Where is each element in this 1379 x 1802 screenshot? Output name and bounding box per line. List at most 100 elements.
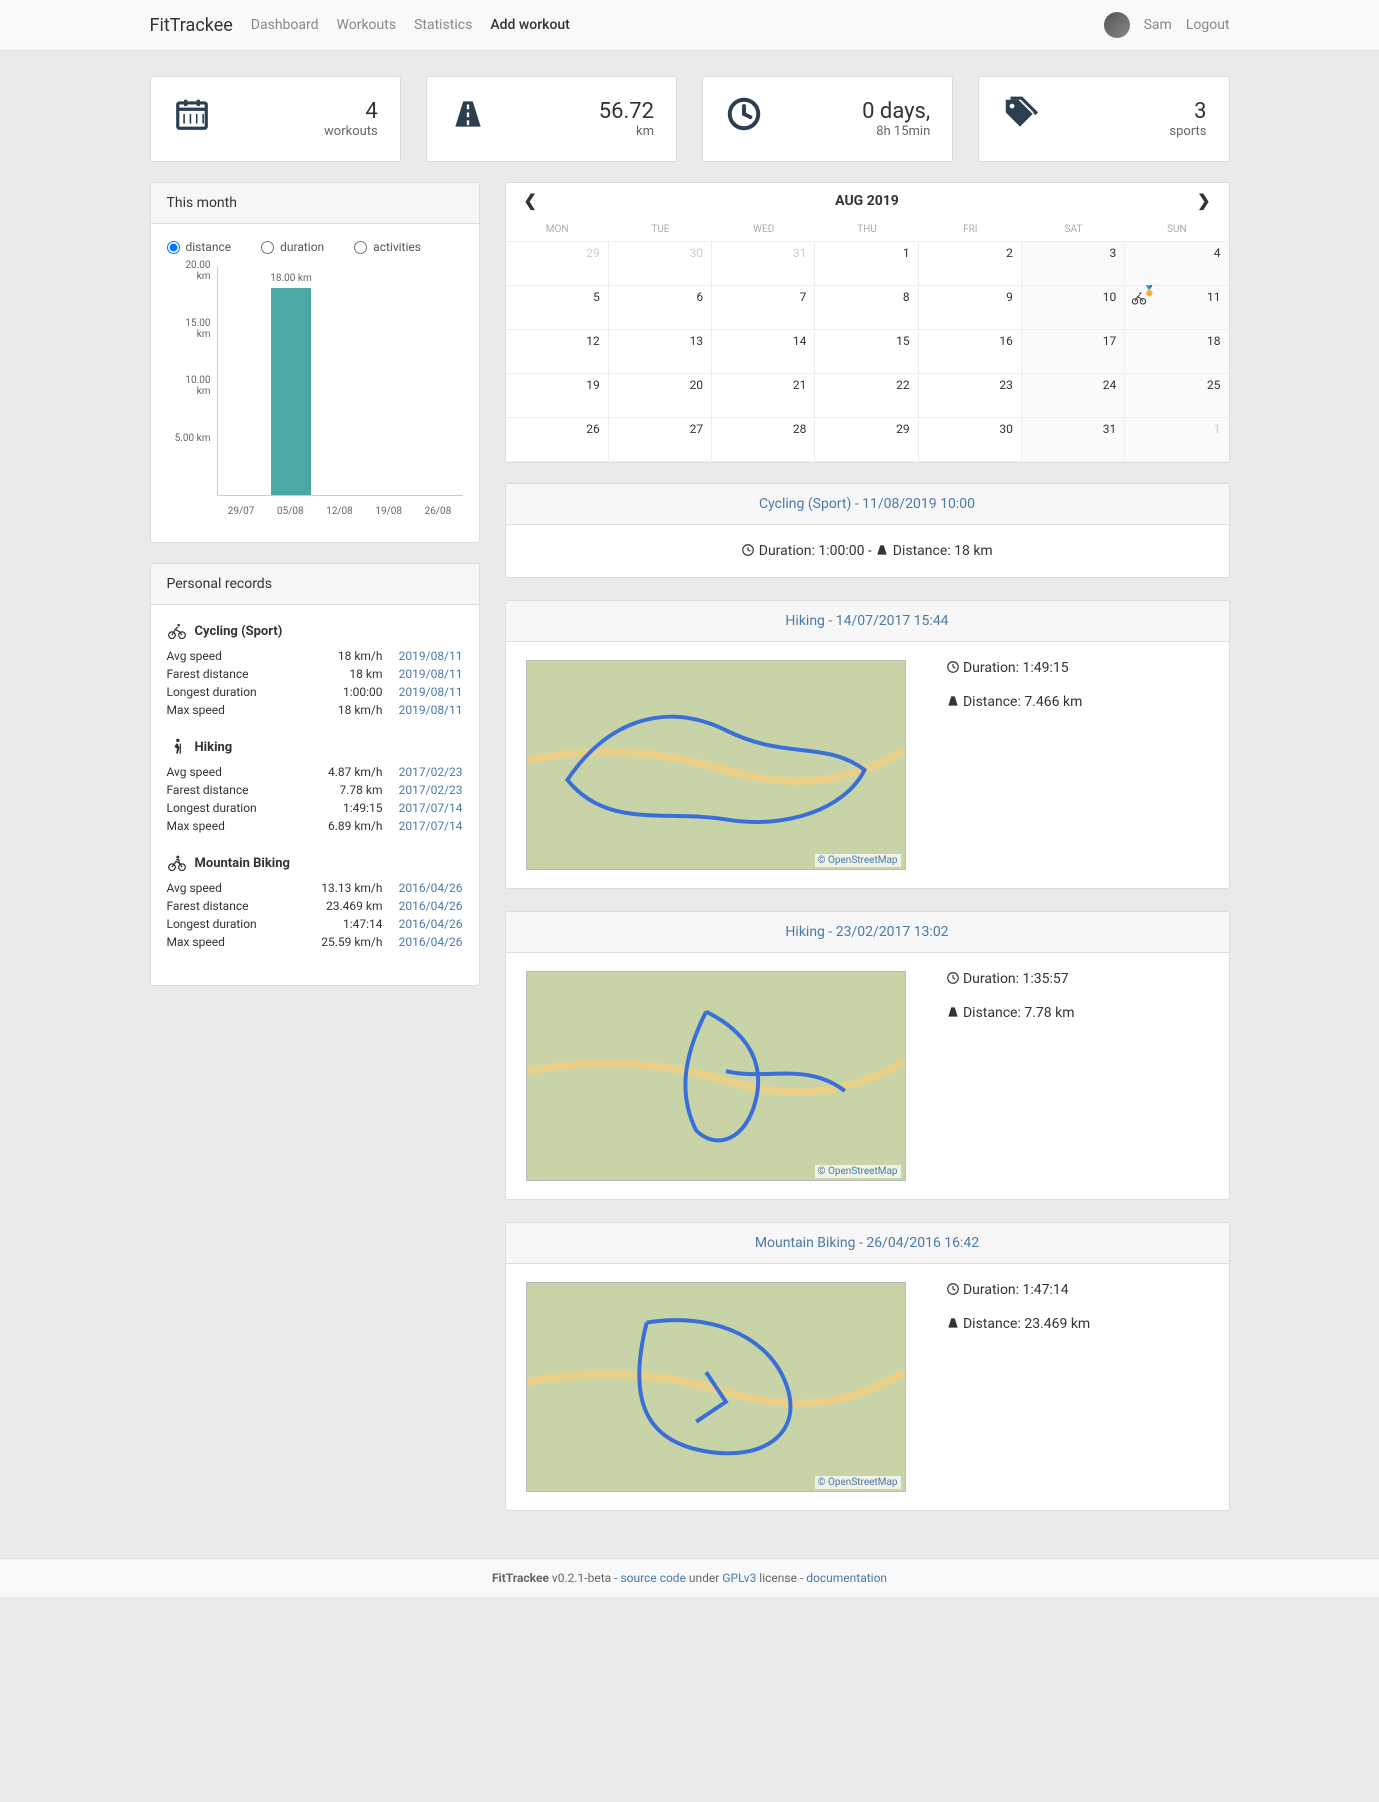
workout-title[interactable]: Hiking - 14/07/2017 15:44 <box>506 601 1229 642</box>
cal-cell[interactable]: 3 <box>1022 242 1125 286</box>
records-hiking: Hiking Avg speed 4.87 km/h 2017/02/23 Fa… <box>167 737 463 835</box>
cal-cell[interactable]: 7 <box>712 286 815 330</box>
record-date[interactable]: 2016/04/26 <box>383 899 463 913</box>
record-date[interactable]: 2017/07/14 <box>383 801 463 815</box>
radio-input-activities[interactable] <box>354 241 367 254</box>
footer-source-link[interactable]: source code <box>620 1571 685 1585</box>
cal-cell[interactable]: 1 <box>815 242 918 286</box>
cal-cell[interactable]: 15 <box>815 330 918 374</box>
record-value: 13.13 km/h <box>293 881 383 895</box>
record-label: Avg speed <box>167 765 293 779</box>
workout-distance: Distance: 23.469 km <box>946 1316 1091 1332</box>
nav-statistics[interactable]: Statistics <box>414 17 472 33</box>
cal-cell[interactable]: 20 <box>609 374 712 418</box>
record-date[interactable]: 2019/08/11 <box>383 703 463 717</box>
personal-records-panel: Personal records Cycling (Sport) Avg spe… <box>150 563 480 986</box>
nav-logout[interactable]: Logout <box>1186 17 1230 33</box>
workout-title[interactable]: Cycling (Sport) - 11/08/2019 10:00 <box>506 484 1229 525</box>
map-attribution[interactable]: © OpenStreetMap <box>815 1476 901 1489</box>
cal-cell[interactable]: 4 <box>1125 242 1228 286</box>
workout-map[interactable]: © OpenStreetMap <box>526 971 906 1181</box>
stat-card-road: 56.72 km <box>426 76 677 162</box>
y-tick: 5.00 km <box>175 433 211 444</box>
radio-distance[interactable]: distance <box>167 240 232 254</box>
cal-cell[interactable]: 21 <box>712 374 815 418</box>
tags-icon <box>1001 95 1039 143</box>
workout-title[interactable]: Mountain Biking - 26/04/2016 16:42 <box>506 1223 1229 1264</box>
record-date[interactable]: 2019/08/11 <box>383 667 463 681</box>
calendar: ❮ AUG 2019 ❯ MONTUEWEDTHUFRISATSUN293031… <box>505 182 1230 463</box>
record-date[interactable]: 2016/04/26 <box>383 935 463 949</box>
cal-cell[interactable]: 29 <box>815 418 918 462</box>
sport-name: Hiking <box>195 740 233 755</box>
workout-title[interactable]: Hiking - 23/02/2017 13:02 <box>506 912 1229 953</box>
y-tick: 20.00km <box>185 260 210 282</box>
cal-cell[interactable]: 14 <box>712 330 815 374</box>
record-date[interactable]: 2017/07/14 <box>383 819 463 833</box>
y-tick: 10.00km <box>185 375 210 397</box>
footer-docs-link[interactable]: documentation <box>806 1571 887 1585</box>
record-date[interactable]: 2019/08/11 <box>383 649 463 663</box>
x-tick: 29/07 <box>228 506 255 517</box>
workout-map[interactable]: © OpenStreetMap <box>526 660 906 870</box>
cal-cell[interactable]: 2 <box>919 242 1022 286</box>
radio-input-duration[interactable] <box>261 241 274 254</box>
stat-value: 0 days, <box>862 99 930 124</box>
workout-duration: Duration: 1:35:57 <box>946 971 1075 987</box>
cal-cell[interactable]: 26 <box>506 418 609 462</box>
record-date[interactable]: 2017/02/23 <box>383 765 463 779</box>
nav-add-workout[interactable]: Add workout <box>490 17 570 33</box>
record-date[interactable]: 2016/04/26 <box>383 881 463 895</box>
cal-cell[interactable]: 30 <box>609 242 712 286</box>
cal-cell[interactable]: 23 <box>919 374 1022 418</box>
workout-map[interactable]: © OpenStreetMap <box>526 1282 906 1492</box>
calendar-next[interactable]: ❯ <box>1191 191 1216 210</box>
clock-icon <box>725 95 763 143</box>
nav-user[interactable]: Sam <box>1144 17 1172 33</box>
cal-cell[interactable]: 25 <box>1125 374 1228 418</box>
workout-distance: Distance: 7.78 km <box>946 1005 1075 1021</box>
record-date[interactable]: 2017/02/23 <box>383 783 463 797</box>
cal-cell[interactable]: 12 <box>506 330 609 374</box>
record-value: 1:49:15 <box>293 801 383 815</box>
footer-license-link[interactable]: GPLv3 <box>722 1571 756 1585</box>
cal-day-header: MON <box>506 218 609 242</box>
cal-cell[interactable]: 1 <box>1125 418 1228 462</box>
brand[interactable]: FitTrackee <box>150 15 233 36</box>
cal-cell[interactable]: 31 <box>712 242 815 286</box>
cal-cell[interactable]: 18 <box>1125 330 1228 374</box>
cal-cell[interactable]: 10 <box>1022 286 1125 330</box>
cal-cell[interactable]: 13 <box>609 330 712 374</box>
record-date[interactable]: 2019/08/11 <box>383 685 463 699</box>
record-date[interactable]: 2016/04/26 <box>383 917 463 931</box>
calendar-prev[interactable]: ❮ <box>518 191 543 210</box>
record-label: Longest duration <box>167 917 293 931</box>
cal-cell[interactable]: 6 <box>609 286 712 330</box>
radio-duration[interactable]: duration <box>261 240 324 254</box>
medal-icon: 🏅 <box>1143 286 1155 297</box>
cal-cell[interactable]: 8 <box>815 286 918 330</box>
cal-cell[interactable]: 16 <box>919 330 1022 374</box>
cal-cell[interactable]: 30 <box>919 418 1022 462</box>
nav-dashboard[interactable]: Dashboard <box>251 17 319 33</box>
map-attribution[interactable]: © OpenStreetMap <box>815 854 901 867</box>
map-attribution[interactable]: © OpenStreetMap <box>815 1165 901 1178</box>
cal-cell[interactable]: 19 <box>506 374 609 418</box>
radio-input-distance[interactable] <box>167 241 180 254</box>
record-value: 18 km/h <box>293 703 383 717</box>
calendar-icon <box>173 95 211 143</box>
cal-cell[interactable]: 5 <box>506 286 609 330</box>
cal-cell[interactable]: 9 <box>919 286 1022 330</box>
radio-activities[interactable]: activities <box>354 240 421 254</box>
cal-day-header: TUE <box>609 218 712 242</box>
cal-cell[interactable]: 27 <box>609 418 712 462</box>
cal-cell[interactable]: 24 <box>1022 374 1125 418</box>
cal-cell[interactable]: 28 <box>712 418 815 462</box>
nav-workouts[interactable]: Workouts <box>337 17 397 33</box>
avatar[interactable] <box>1104 12 1130 38</box>
cal-cell[interactable]: 31 <box>1022 418 1125 462</box>
cal-cell[interactable]: 29 <box>506 242 609 286</box>
cal-cell[interactable]: 🏅11 <box>1125 286 1228 330</box>
cal-cell[interactable]: 22 <box>815 374 918 418</box>
cal-cell[interactable]: 17 <box>1022 330 1125 374</box>
